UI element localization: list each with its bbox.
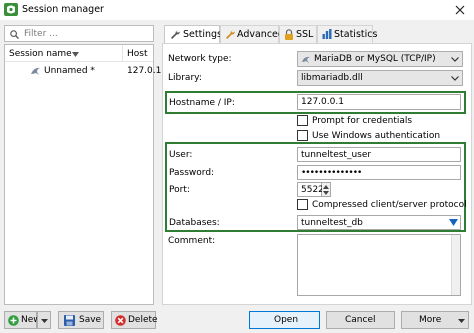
session-row[interactable]: Unnamed * 127.0.1 <box>5 63 161 79</box>
databases-label: Databases: <box>169 218 220 228</box>
library-label: Library: <box>168 73 202 83</box>
bar-chart-icon <box>322 29 332 39</box>
filter-placeholder: Filter ... <box>24 29 58 39</box>
title-bar: Session manager <box>0 0 474 20</box>
tab-statistics[interactable]: Statistics <box>317 25 377 43</box>
session-list-header: Session name Host <box>5 45 153 62</box>
prompt-credentials-label: Prompt for credentials <box>312 116 413 126</box>
tab-ssl[interactable]: SSL <box>279 25 317 43</box>
wrench-icon <box>171 30 180 39</box>
chevron-down-icon <box>451 57 459 62</box>
port-stepper[interactable] <box>322 182 331 197</box>
tab-settings[interactable]: Settings <box>164 25 222 44</box>
hostname-label: Hostname / IP: <box>169 98 235 108</box>
column-header-host[interactable]: Host <box>127 49 148 59</box>
session-name: Unnamed * <box>44 66 95 76</box>
settings-panel: Network type: MariaDB or MySQL (TCP/IP) … <box>162 43 472 305</box>
cancel-button[interactable]: Cancel <box>326 311 395 329</box>
tab-label: Advanced <box>237 29 284 40</box>
wrench-icon <box>226 30 235 39</box>
new-button[interactable]: New <box>4 311 41 329</box>
close-icon[interactable] <box>452 2 468 18</box>
open-button[interactable]: Open <box>249 311 320 329</box>
column-header-session-name[interactable]: Session name <box>9 49 72 59</box>
delete-icon <box>115 315 126 326</box>
floppy-disk-icon <box>64 315 75 326</box>
databases-field[interactable]: tunneltest_db <box>297 215 461 230</box>
filter-input[interactable]: Filter ... <box>4 25 154 42</box>
comment-field[interactable] <box>297 234 461 296</box>
plus-icon <box>8 315 19 326</box>
network-type-label: Network type: <box>168 54 232 64</box>
search-icon <box>10 30 19 39</box>
spin-down-icon[interactable] <box>323 191 329 195</box>
library-select[interactable]: libmariadb.dll <box>297 70 463 86</box>
windows-auth-checkbox[interactable] <box>297 130 308 141</box>
session-tree[interactable]: Session name Host Unnamed * 127.0.1 <box>4 44 161 305</box>
dolphin-icon <box>302 56 310 63</box>
chevron-down-icon[interactable] <box>449 219 458 226</box>
network-type-select[interactable]: MariaDB or MySQL (TCP/IP) <box>297 51 463 67</box>
delete-label: Delete <box>128 315 158 325</box>
save-label: Save <box>79 315 102 325</box>
prompt-credentials-checkbox[interactable] <box>297 115 308 126</box>
comment-label: Comment: <box>168 236 216 246</box>
tab-label: Settings <box>183 29 222 40</box>
chevron-down-icon <box>41 319 48 323</box>
user-value: tunneltest_user <box>301 150 372 160</box>
databases-value: tunneltest_db <box>301 218 363 228</box>
more-label: More <box>419 315 442 325</box>
library-value: libmariadb.dll <box>301 73 363 83</box>
cancel-label: Cancel <box>345 315 376 325</box>
tab-label: SSL <box>296 29 314 40</box>
save-button[interactable]: Save <box>58 311 104 329</box>
hostname-value: 127.0.0.1 <box>301 97 344 107</box>
window-title: Session manager <box>22 4 104 15</box>
column-divider[interactable] <box>122 45 123 62</box>
more-button[interactable]: More <box>401 311 469 329</box>
user-label: User: <box>169 150 193 160</box>
compressed-protocol-checkbox[interactable] <box>297 199 308 210</box>
comment-scrollbar[interactable] <box>451 235 460 295</box>
dolphin-icon <box>31 67 40 75</box>
lock-icon <box>285 29 293 40</box>
port-label: Port: <box>169 185 190 195</box>
chevron-down-icon <box>458 319 465 323</box>
tab-label: Statistics <box>334 29 378 40</box>
sort-descending-icon <box>72 52 79 57</box>
open-label: Open <box>274 315 299 325</box>
tab-advanced[interactable]: Advanced <box>220 25 284 43</box>
new-dropdown-button[interactable] <box>37 311 51 329</box>
session-host: 127.0.1 <box>127 66 162 76</box>
spin-up-icon[interactable] <box>323 185 329 189</box>
compressed-protocol-label: Compressed client/server protocol <box>312 200 467 210</box>
password-field[interactable]: •••••••••••••• <box>297 165 461 180</box>
app-logo-icon <box>4 3 18 16</box>
windows-auth-label: Use Windows authentication <box>312 131 441 141</box>
network-type-value: MariaDB or MySQL (TCP/IP) <box>314 54 436 64</box>
chevron-down-icon <box>451 76 459 81</box>
tab-bar: Settings Advanced SSL Statistics <box>162 25 471 44</box>
hostname-field[interactable]: 127.0.0.1 <box>297 94 461 110</box>
user-field[interactable]: tunneltest_user <box>297 147 461 162</box>
port-field[interactable]: 5522 <box>297 182 324 197</box>
password-value: •••••••••••••• <box>301 168 362 178</box>
port-value: 5522 <box>301 185 324 195</box>
delete-button[interactable]: Delete <box>111 311 158 329</box>
password-label: Password: <box>169 168 215 178</box>
